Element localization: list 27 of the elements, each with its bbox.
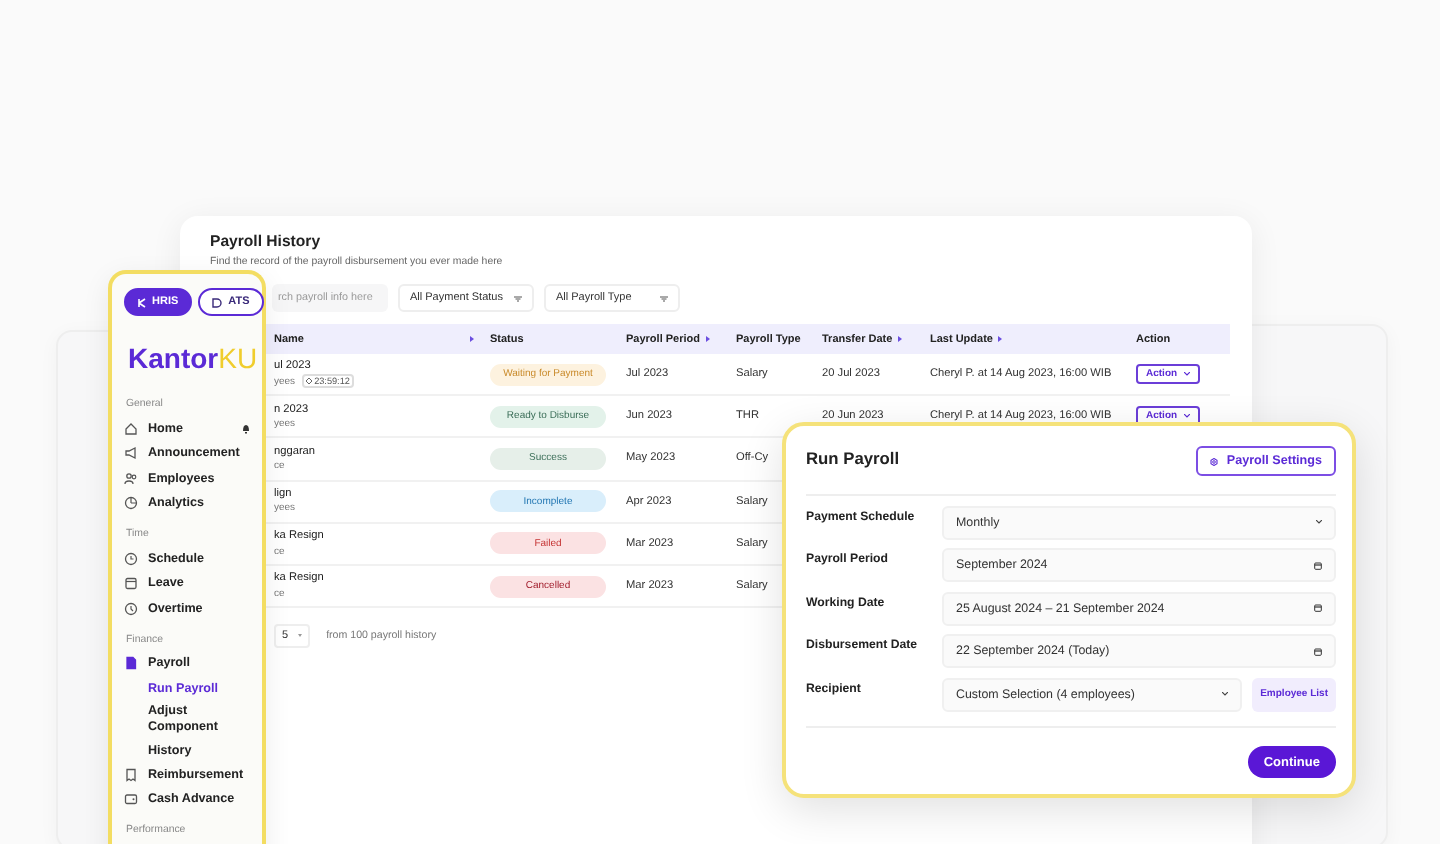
app-icon xyxy=(212,297,223,307)
diamond-icon xyxy=(306,378,313,385)
document-icon xyxy=(124,656,138,671)
dialog-title: Run Payroll xyxy=(806,448,900,468)
calendar-icon xyxy=(1314,647,1322,655)
wallet-icon xyxy=(124,792,138,807)
home-icon xyxy=(124,421,138,436)
bell-icon xyxy=(242,423,250,434)
people-icon xyxy=(124,471,138,486)
caret-icon xyxy=(1183,372,1190,377)
chart-icon xyxy=(124,496,138,511)
clock-icon xyxy=(124,601,138,616)
gear-icon xyxy=(1210,457,1219,465)
calendar-icon xyxy=(1314,561,1322,569)
sort-icon xyxy=(998,336,1003,342)
receipt-icon xyxy=(124,767,138,782)
calendar-icon xyxy=(1314,604,1322,612)
megaphone-icon xyxy=(124,446,138,461)
logo: KantorKU xyxy=(128,342,258,376)
filter-icon xyxy=(660,295,668,301)
caret-icon xyxy=(298,634,303,638)
filter-icon xyxy=(514,295,522,301)
calendar-icon xyxy=(124,576,138,591)
app-icon xyxy=(138,297,146,307)
clock-icon xyxy=(124,551,138,566)
sort-icon xyxy=(898,336,903,342)
caret-icon xyxy=(1183,414,1190,419)
